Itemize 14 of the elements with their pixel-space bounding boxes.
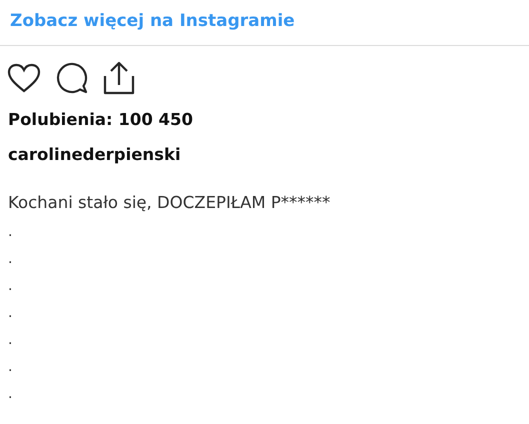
username: carolinederpienski [7, 144, 182, 166]
caption-dot: . [8, 386, 12, 402]
share-icon[interactable] [103, 61, 135, 95]
instagram-link[interactable]: Zobacz więcej na Instagramie [10, 11, 295, 31]
caption-dot: . [8, 332, 12, 348]
caption-dot: . [8, 359, 12, 375]
caption-dot: . [8, 251, 12, 267]
caption-text: Kochani stało się, DOCZEPIŁAM P****** [7, 192, 332, 214]
caption-dot: . [8, 278, 12, 294]
heart-icon[interactable] [7, 63, 41, 93]
caption-dot: . [8, 224, 12, 240]
comment-icon[interactable] [55, 61, 89, 95]
caption-dot: . [8, 305, 12, 321]
likes-count: Polubienia: 100 450 [7, 109, 194, 131]
